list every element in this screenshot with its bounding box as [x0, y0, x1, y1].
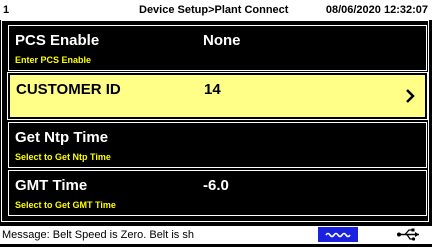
row-label: Get Ntp Time	[15, 129, 109, 146]
usb-icon	[397, 228, 419, 241]
row-hint: Enter PCS Enable	[15, 55, 92, 65]
belt-wave-icon	[318, 227, 358, 242]
status-bar: Message: Belt Speed is Zero. Belt is sh	[0, 226, 432, 244]
row-label: PCS Enable	[15, 32, 100, 49]
settings-list: PCS Enable None Enter PCS Enable CUSTOME…	[1, 20, 429, 222]
row-value: -6.0	[203, 177, 229, 194]
row-label: GMT Time	[15, 177, 88, 194]
status-message: Message: Belt Speed is Zero. Belt is sh	[2, 229, 194, 241]
row-label: CUSTOMER ID	[16, 81, 121, 98]
row-get-ntp-time[interactable]: Get Ntp Time Select to Get Ntp Time	[8, 122, 427, 168]
chevron-right-icon[interactable]	[406, 89, 415, 103]
timestamp: 08/06/2020 12:32:07	[325, 4, 428, 16]
row-hint: Select to Get GMT Time	[15, 200, 116, 210]
row-gmt-time[interactable]: GMT Time -6.0 Select to Get GMT Time	[8, 170, 427, 216]
row-customer-id[interactable]: CUSTOMER ID 14	[7, 72, 428, 120]
row-value: 14	[204, 81, 221, 98]
breadcrumb: Device Setup>Plant Connect	[139, 4, 289, 16]
page-number: 1	[3, 4, 10, 16]
row-pcs-enable[interactable]: PCS Enable None Enter PCS Enable	[8, 25, 427, 71]
row-hint: Select to Get Ntp Time	[15, 152, 111, 162]
header-bar: 1 Device Setup>Plant Connect 08/06/2020 …	[0, 0, 432, 20]
row-value: None	[203, 32, 241, 49]
